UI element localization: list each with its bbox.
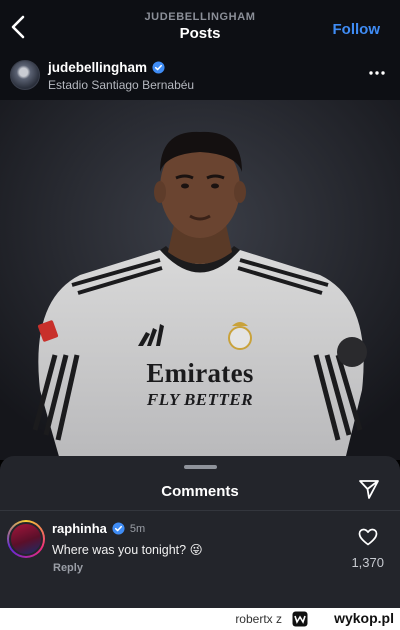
watermark-strip: robertx z wykop.pl	[0, 608, 400, 630]
page-title: Posts	[179, 25, 221, 42]
post-location[interactable]: Estadio Santiago Bernabéu	[48, 78, 194, 92]
like-count: 1,370	[351, 555, 384, 570]
back-chevron-icon[interactable]	[8, 14, 30, 40]
watermark-user: robertx z	[235, 612, 282, 626]
profile-handle-caption: JUDEBELLINGHAM	[144, 11, 256, 23]
post-header: judebellingham Estadio Santiago Bernabéu	[0, 52, 400, 100]
commenter-avatar[interactable]	[7, 520, 45, 558]
author-avatar[interactable]	[10, 60, 40, 90]
post-photo[interactable]: Emirates FLY BETTER	[0, 100, 400, 460]
verified-badge-icon	[112, 522, 125, 535]
comments-sheet: Comments raphinha 5m Where was you tonig…	[0, 456, 400, 608]
watermark-brand: wykop.pl	[334, 610, 394, 626]
heart-like-icon[interactable]	[358, 528, 378, 546]
share-paper-plane-icon[interactable]	[358, 478, 380, 500]
more-options-icon[interactable]	[368, 66, 386, 80]
top-nav-bar: JUDEBELLINGHAM Posts Follow	[0, 0, 400, 52]
verified-badge-icon	[152, 61, 165, 74]
comment-timestamp: 5m	[129, 522, 146, 535]
commenter-username[interactable]: raphinha	[52, 521, 107, 536]
nav-titles: JUDEBELLINGHAM Posts	[100, 11, 300, 42]
author-username[interactable]: judebellingham	[48, 60, 147, 75]
commenter-avatar-photo	[9, 522, 43, 556]
sheet-drag-handle[interactable]	[184, 465, 217, 469]
jersey-sponsor-text: Emirates	[146, 358, 254, 388]
comments-title: Comments	[161, 483, 239, 500]
author-row: judebellingham	[48, 60, 165, 75]
comment-item: raphinha 5m Where was you tonight? 😜 Rep…	[0, 512, 400, 608]
follow-button[interactable]: Follow	[333, 21, 381, 38]
reply-button[interactable]: Reply	[53, 562, 83, 574]
comment-header: raphinha 5m	[52, 521, 145, 536]
jersey-slogan-text: FLY BETTER	[146, 390, 254, 409]
wykop-logo-icon	[292, 611, 308, 627]
comment-text: Where was you tonight? 😜	[52, 543, 203, 557]
sheet-divider	[0, 510, 400, 511]
